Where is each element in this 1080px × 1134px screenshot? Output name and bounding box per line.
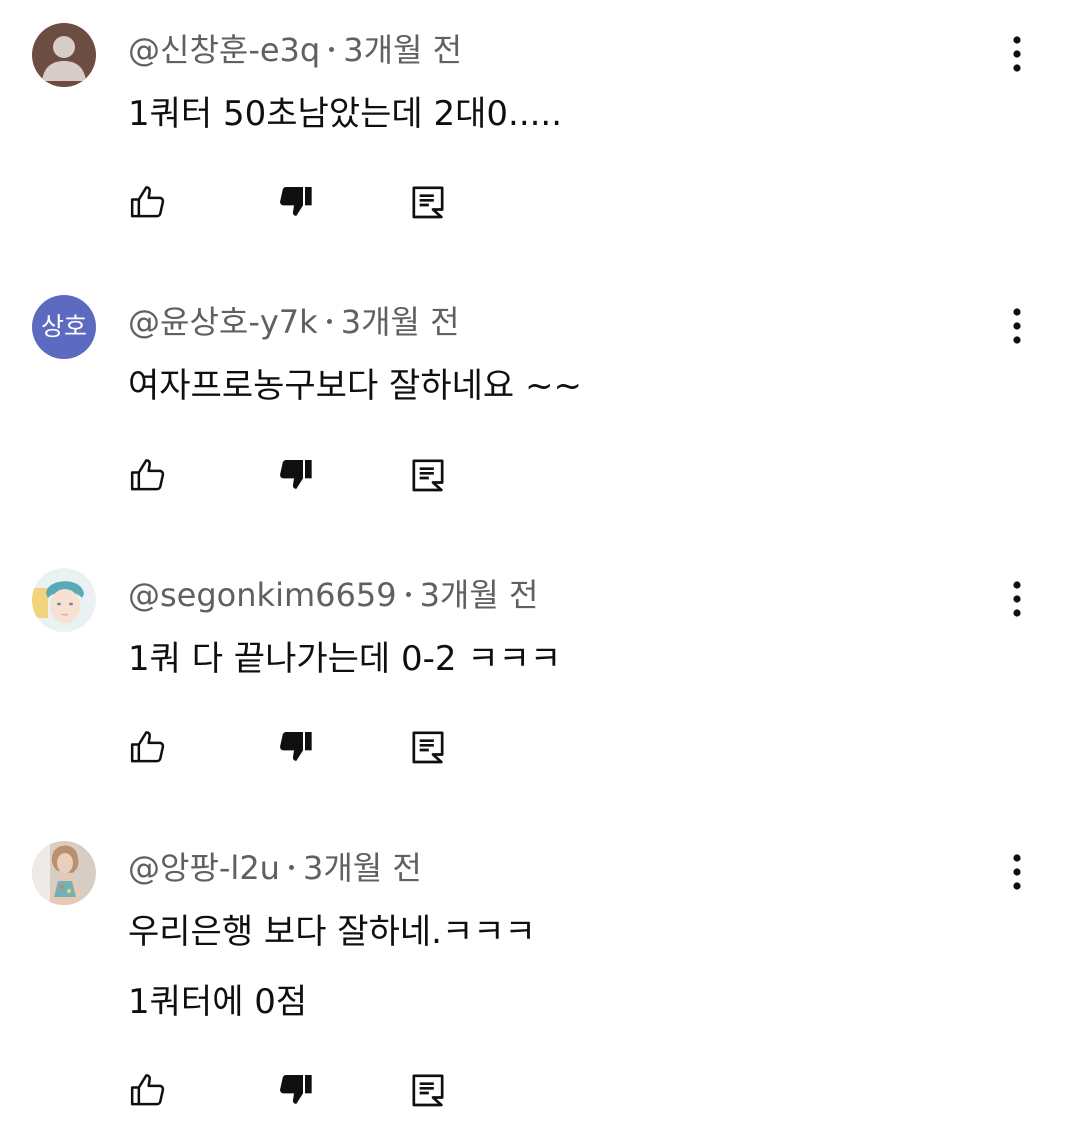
comment-text: 우리은행 보다 잘하네.ㅋㅋㅋ — [128, 912, 536, 952]
reply-icon[interactable] — [408, 1070, 448, 1110]
default-avatar-icon — [32, 23, 96, 87]
comment-text: 여자프로농구보다 잘하네요 ~~ — [128, 366, 582, 406]
comment-meta: @윤상호-y7k 3개월 전 — [128, 302, 460, 342]
comment-text: 1쿼 다 끝나가는데 0-2 ㅋㅋㅋ — [128, 639, 562, 679]
separator-dot — [329, 46, 335, 52]
avatar[interactable] — [32, 568, 96, 632]
thumbs-down-filled-icon[interactable] — [275, 182, 315, 222]
reply-icon[interactable] — [408, 455, 448, 495]
thumbs-up-icon[interactable] — [128, 182, 168, 222]
thumbs-down-filled-icon[interactable] — [275, 455, 315, 495]
more-vert-icon[interactable] — [1000, 34, 1034, 74]
timestamp[interactable]: 3개월 전 — [420, 576, 539, 614]
user-photo-icon — [32, 841, 96, 905]
author-name[interactable]: @윤상호-y7k — [128, 303, 318, 341]
comment-meta: @앙팡-l2u 3개월 전 — [128, 848, 422, 888]
thumbs-up-icon[interactable] — [128, 727, 168, 767]
comment-meta: @신창훈-e3q 3개월 전 — [128, 30, 462, 70]
more-vert-icon[interactable] — [1000, 852, 1034, 892]
more-vert-icon[interactable] — [1000, 306, 1034, 346]
timestamp[interactable]: 3개월 전 — [343, 31, 462, 69]
avatar[interactable]: 상호 — [32, 295, 96, 359]
separator-dot — [288, 864, 294, 870]
thumbs-down-filled-icon[interactable] — [275, 1070, 315, 1110]
avatar-initials: 상호 — [40, 312, 87, 341]
comment-text: 1쿼터에 0점 — [128, 982, 308, 1022]
more-vert-icon[interactable] — [1000, 579, 1034, 619]
user-photo-icon — [32, 568, 96, 632]
thumbs-up-icon[interactable] — [128, 1070, 168, 1110]
thumbs-up-icon[interactable] — [128, 455, 168, 495]
author-name[interactable]: @segonkim6659 — [128, 576, 397, 614]
separator-dot — [405, 591, 411, 597]
timestamp[interactable]: 3개월 전 — [303, 849, 422, 887]
thumbs-down-filled-icon[interactable] — [275, 727, 315, 767]
timestamp[interactable]: 3개월 전 — [341, 303, 460, 341]
reply-icon[interactable] — [408, 182, 448, 222]
avatar[interactable] — [32, 23, 96, 87]
separator-dot — [326, 318, 332, 324]
avatar[interactable] — [32, 841, 96, 905]
comment-meta: @segonkim6659 3개월 전 — [128, 575, 538, 615]
reply-icon[interactable] — [408, 727, 448, 767]
author-name[interactable]: @신창훈-e3q — [128, 31, 320, 69]
comment-text: 1쿼터 50초남았는데 2대0..... — [128, 94, 563, 134]
author-name[interactable]: @앙팡-l2u — [128, 849, 280, 887]
